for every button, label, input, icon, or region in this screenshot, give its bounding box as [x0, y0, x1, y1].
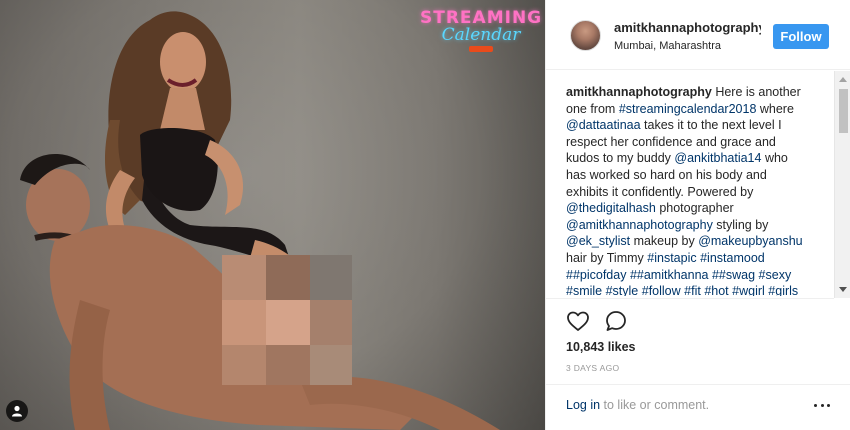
mention-link[interactable]: @makeupbyanshu [698, 234, 802, 248]
avatar[interactable] [570, 20, 601, 51]
caption-body: Here is another one from #streamingcalen… [566, 85, 803, 296]
post-side-panel: amitkhannaphotography Mumbai, Maharashtr… [545, 0, 850, 430]
caption-scrollbar[interactable] [834, 71, 850, 298]
hashtag-link[interactable]: #hot [704, 284, 728, 296]
hashtag-link[interactable]: #fit [684, 284, 701, 296]
post-image[interactable]: STREAMING Calendar [0, 0, 545, 430]
hashtag-link[interactable]: #follow [642, 284, 681, 296]
login-link[interactable]: Log in [566, 398, 600, 412]
brand-subtitle: Calendar [441, 25, 521, 45]
likes-count[interactable]: 10,843 likes [566, 340, 636, 354]
location-link[interactable]: Mumbai, Maharashtra [614, 40, 721, 52]
mention-link[interactable]: @amitkhannaphotography [566, 218, 713, 232]
header-username[interactable]: amitkhannaphotography [614, 20, 761, 35]
divider [546, 384, 850, 385]
caption-text: hair by Timmy [566, 250, 648, 265]
streaming-calendar-logo: STREAMING Calendar [420, 8, 542, 52]
mention-link[interactable]: @ek_stylist [566, 234, 630, 248]
divider [546, 298, 834, 299]
mention-link[interactable]: @thedigitalhash [566, 201, 656, 215]
caption-text: styling by [712, 217, 769, 232]
user-tag-icon[interactable] [6, 400, 28, 422]
caption-text: where [756, 101, 794, 116]
caption-username[interactable]: amitkhannaphotography [566, 85, 712, 99]
hashtag-link[interactable]: #smile [566, 284, 602, 296]
scroll-down-arrow-icon[interactable] [839, 287, 847, 292]
ellipsis-icon[interactable] [814, 398, 830, 412]
hashtag-link[interactable]: ##amitkhanna [630, 268, 709, 282]
comment-prompt: Log in to like or comment. [566, 398, 709, 412]
hashtag-link[interactable]: #streamingcalendar2018 [619, 102, 757, 116]
heart-icon[interactable] [566, 309, 590, 335]
scroll-thumb[interactable] [839, 89, 848, 133]
post-header: amitkhannaphotography Mumbai, Maharashtr… [546, 0, 850, 70]
post-caption: amitkhannaphotography Here is another on… [566, 84, 811, 296]
mention-link[interactable]: @dattaatinaa [566, 118, 641, 132]
hashtag-link[interactable]: ##swag [712, 268, 755, 282]
follow-button[interactable]: Follow [773, 24, 829, 49]
caption-text: makeup by [630, 234, 699, 249]
mention-link[interactable]: @ankitbhatia14 [674, 151, 761, 165]
action-bar [566, 309, 628, 335]
scroll-up-arrow-icon[interactable] [839, 77, 847, 82]
hashtag-link[interactable]: ##picofday [566, 268, 626, 282]
hashtag-link[interactable]: #sexy [759, 268, 792, 282]
hashtag-link[interactable]: #girls [768, 284, 798, 296]
hashtag-link[interactable]: #wgirl [732, 284, 765, 296]
caption-text: photographer [655, 201, 734, 216]
hashtag-link[interactable]: #instamood [700, 251, 765, 265]
comment-prompt-text: to like or comment. [600, 398, 710, 412]
hashtag-link[interactable]: #style [606, 284, 639, 296]
hashtag-link[interactable]: #instapic [647, 251, 696, 265]
brand-mark [469, 46, 493, 52]
post-date: 3 DAYS AGO [566, 363, 620, 373]
comment-bubble-icon[interactable] [604, 309, 628, 335]
